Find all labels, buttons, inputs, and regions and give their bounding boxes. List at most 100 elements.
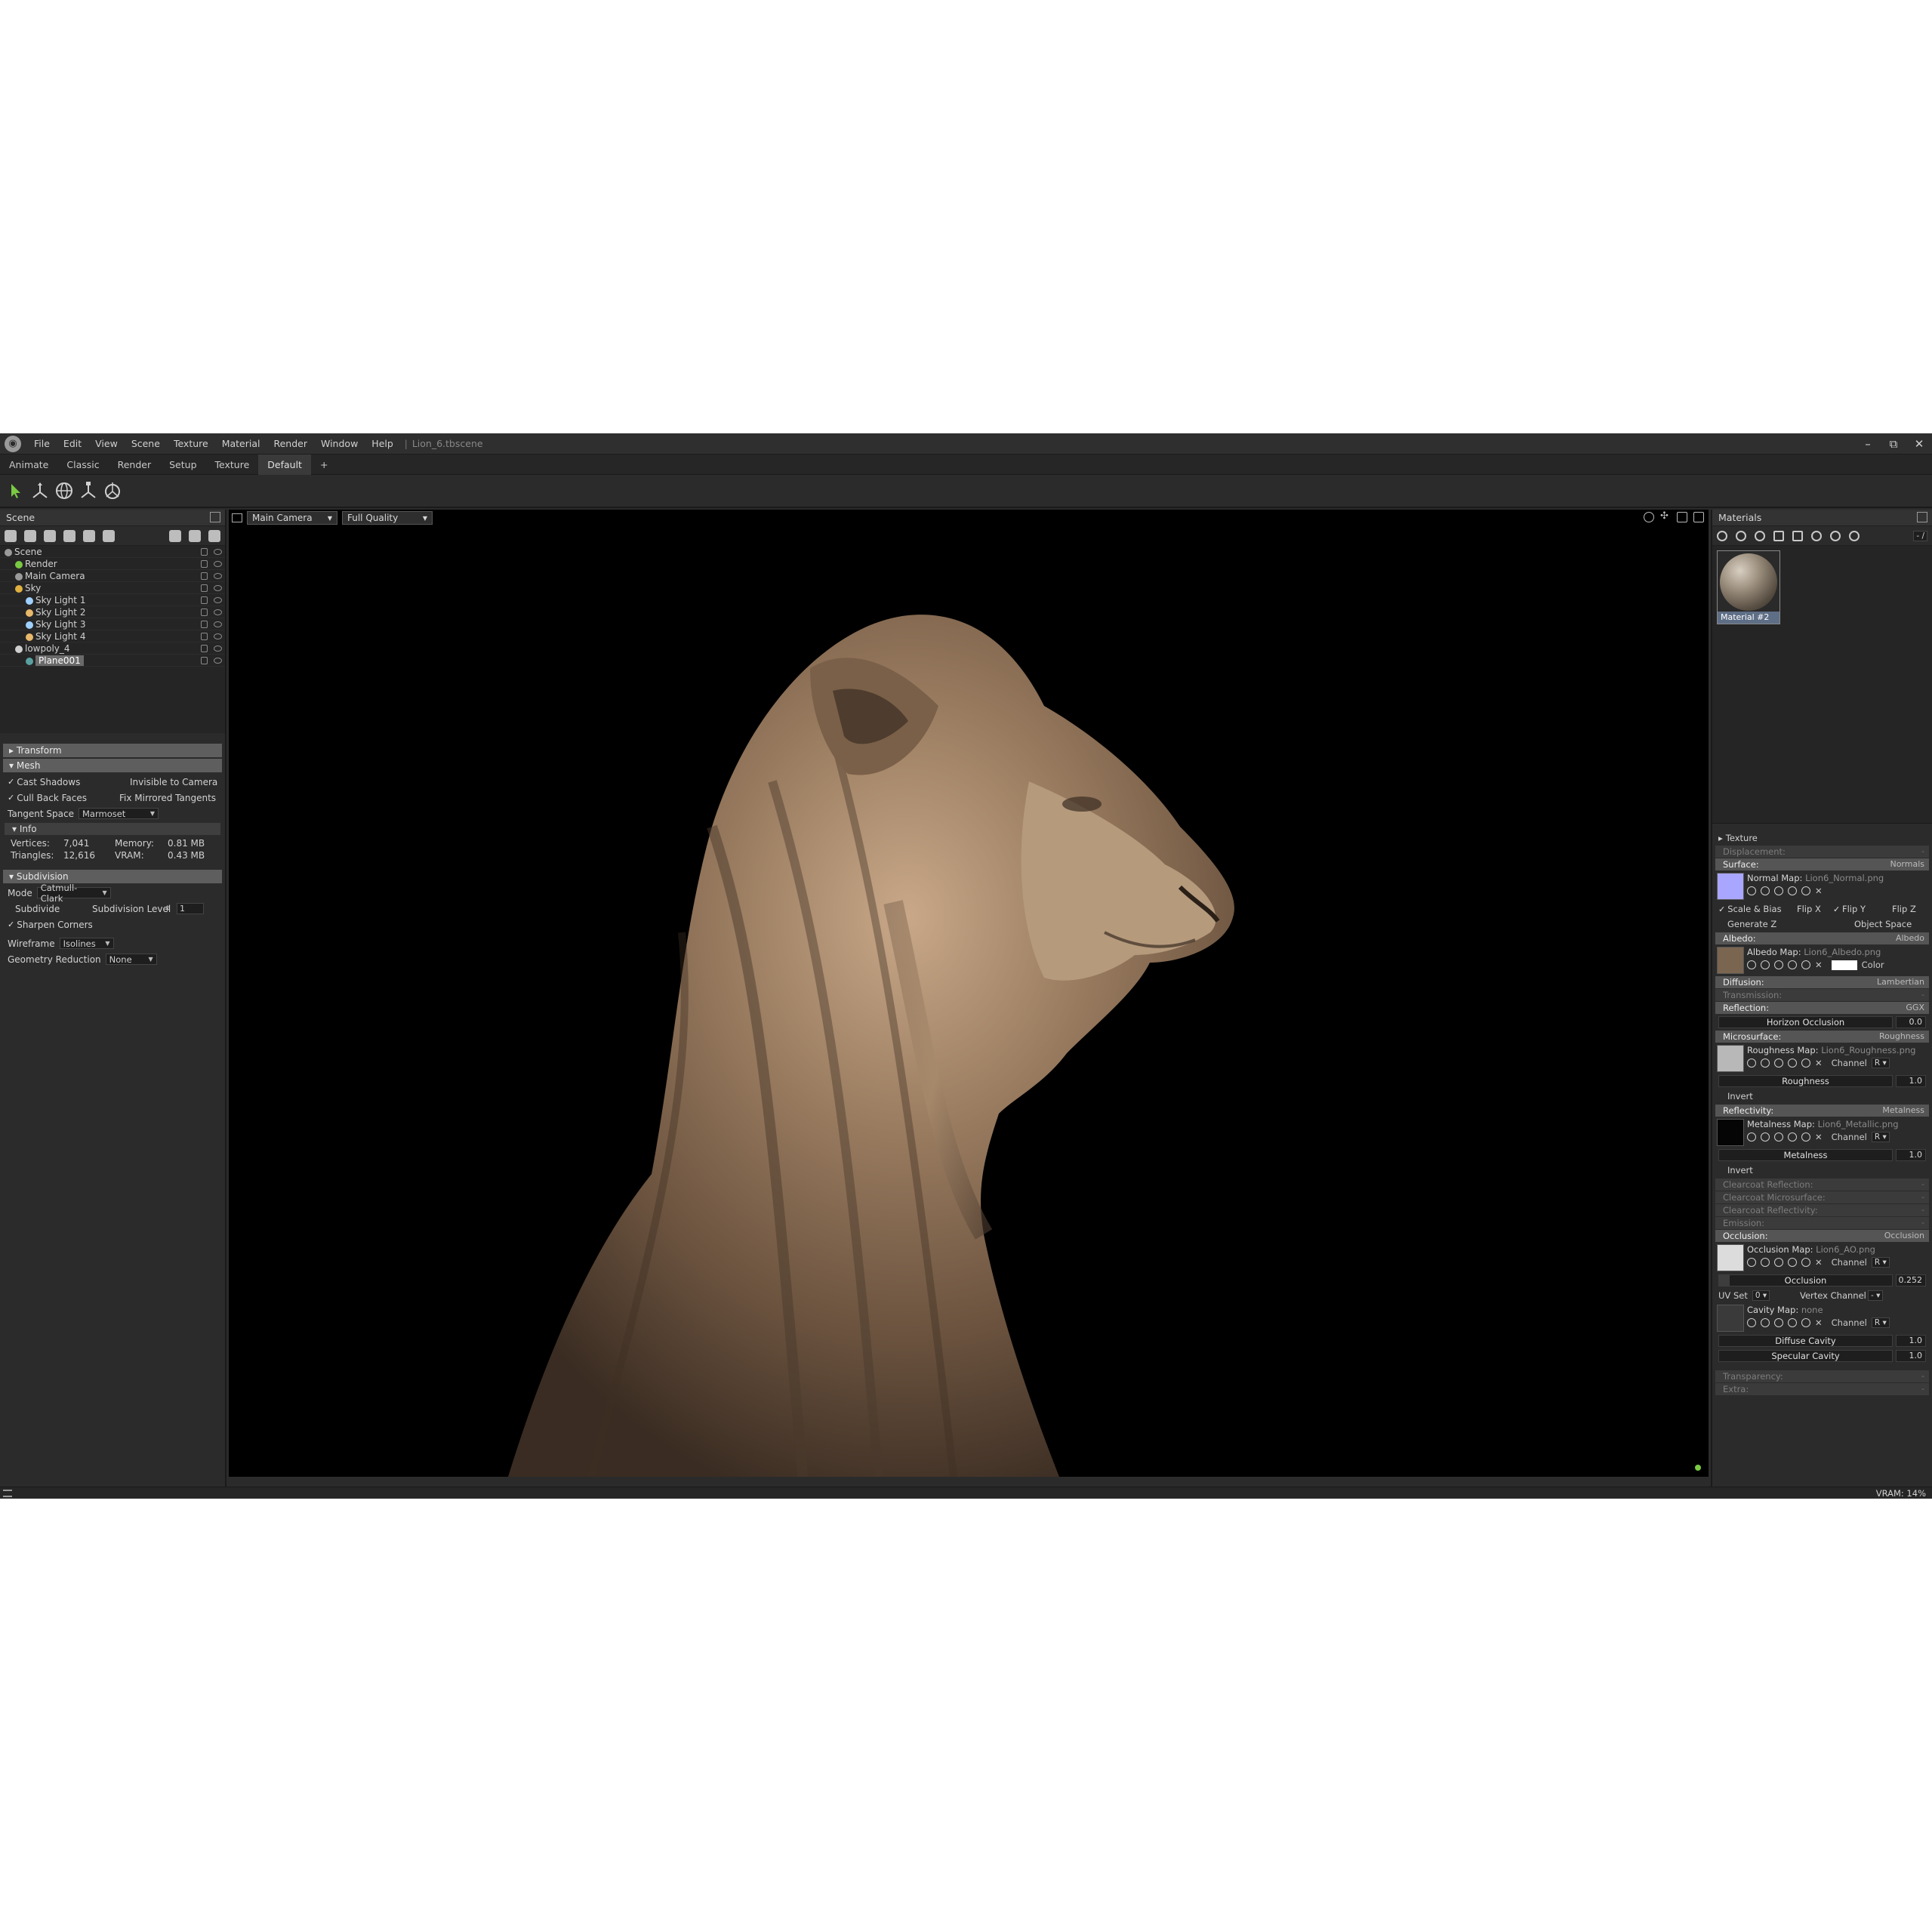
channel-dropdown[interactable]: R ▾: [1871, 1317, 1890, 1328]
refresh-icon[interactable]: [1801, 1132, 1810, 1142]
clearcoat-reflection-section[interactable]: Clearcoat Reflection: -: [1715, 1179, 1929, 1191]
search-icon[interactable]: [1761, 1058, 1770, 1068]
add-shadow-catcher-icon[interactable]: [63, 529, 75, 542]
menu-texture[interactable]: Texture: [167, 438, 215, 449]
tree-item[interactable]: Sky Light 3: [0, 618, 225, 630]
popout-icon[interactable]: [1693, 512, 1704, 522]
material-counter[interactable]: - /: [1913, 530, 1927, 541]
albedo-map-file[interactable]: Lion6_Albedo.png: [1804, 947, 1881, 957]
eye-icon[interactable]: [214, 621, 222, 627]
clear-icon[interactable]: ✕: [1815, 960, 1823, 970]
diffuse-cavity-value[interactable]: 1.0: [1896, 1335, 1926, 1347]
picker-icon[interactable]: [1774, 960, 1783, 969]
lock-icon[interactable]: [201, 657, 208, 664]
flip-z-label[interactable]: Flip Z: [1892, 904, 1916, 914]
folder-icon[interactable]: [1773, 530, 1784, 541]
tree-item[interactable]: Sky Light 4: [0, 630, 225, 642]
transmission-section[interactable]: Transmission: -: [1715, 989, 1929, 1001]
tab-texture[interactable]: Texture: [206, 454, 259, 475]
close-icon[interactable]: ✕: [1906, 433, 1932, 454]
subdivision-section[interactable]: ▾ Subdivision: [3, 870, 222, 883]
rotate-tool-icon[interactable]: [53, 479, 75, 502]
refresh-icon[interactable]: [1801, 886, 1810, 895]
eye-icon[interactable]: [214, 585, 222, 591]
occlusion-value[interactable]: 0.252: [1896, 1274, 1926, 1286]
specular-cavity-slider[interactable]: Specular Cavity: [1718, 1350, 1893, 1362]
lock-icon[interactable]: [201, 596, 208, 604]
gear-icon[interactable]: [1644, 512, 1654, 522]
albedo-section[interactable]: Albedo: Albedo: [1715, 932, 1929, 944]
add-light-icon[interactable]: [24, 529, 36, 542]
menu-view[interactable]: View: [88, 438, 125, 449]
texture-section[interactable]: ▸ Texture: [1712, 831, 1932, 845]
eye-icon[interactable]: [214, 646, 222, 652]
duplicate-icon[interactable]: [189, 529, 201, 542]
eye-icon[interactable]: [214, 549, 222, 555]
menu-edit[interactable]: Edit: [57, 438, 88, 449]
lock-icon[interactable]: [201, 645, 208, 652]
tree-item[interactable]: Sky Light 1: [0, 594, 225, 606]
surface-mode[interactable]: Normals: [1890, 858, 1924, 870]
add-turntable-icon[interactable]: [103, 529, 115, 542]
move-tool-icon[interactable]: [29, 479, 51, 502]
clear-icon[interactable]: ✕: [1815, 1317, 1823, 1328]
console-icon[interactable]: [3, 1490, 12, 1497]
clear-icon[interactable]: ✕: [1815, 886, 1823, 896]
mode-dropdown[interactable]: Catmull-Clark ▼: [36, 883, 111, 904]
add-material-icon[interactable]: [1717, 530, 1727, 541]
info-section[interactable]: ▾ Info: [5, 823, 220, 835]
occlusion-mode[interactable]: Occlusion: [1884, 1230, 1924, 1242]
3d-viewport[interactable]: Main Camera ▼ Full Quality ▼ ✣: [229, 510, 1709, 1477]
roughness-map-swatch[interactable]: [1717, 1045, 1744, 1072]
normal-map-swatch[interactable]: [1717, 873, 1744, 900]
scale-bias-checkbox[interactable]: ✓: [1718, 904, 1725, 914]
quality-dropdown[interactable]: Full Quality ▼: [342, 511, 433, 525]
occlusion-slider[interactable]: Occlusion: [1718, 1274, 1893, 1286]
search-icon[interactable]: [1761, 1132, 1770, 1142]
add-camera-icon[interactable]: [44, 529, 56, 542]
emission-section[interactable]: Emission: -: [1715, 1217, 1929, 1229]
scale-tool-icon[interactable]: [77, 479, 100, 502]
add-tab-button[interactable]: +: [311, 454, 337, 475]
minimize-icon[interactable]: –: [1855, 433, 1881, 454]
diffusion-mode[interactable]: Lambertian: [1877, 976, 1924, 988]
picker-icon[interactable]: [1774, 1318, 1783, 1327]
clear-icon[interactable]: ✕: [1815, 1257, 1823, 1268]
tree-item[interactable]: Plane001: [0, 655, 225, 667]
tree-item[interactable]: Render: [0, 558, 225, 570]
menu-file[interactable]: File: [27, 438, 57, 449]
gear-icon[interactable]: [1747, 1258, 1756, 1267]
sharpen-corners-checkbox[interactable]: ✓: [8, 920, 14, 929]
eye-icon[interactable]: [214, 633, 222, 639]
library-icon[interactable]: [1849, 530, 1860, 541]
pick-material-icon[interactable]: [1811, 530, 1822, 541]
microsurface-mode[interactable]: Roughness: [1879, 1031, 1924, 1043]
popout-icon[interactable]: [210, 512, 220, 522]
edit-icon[interactable]: [1788, 1058, 1797, 1068]
eye-icon[interactable]: [214, 561, 222, 567]
edit-icon[interactable]: [1788, 1318, 1797, 1327]
tree-item[interactable]: Sky Light 2: [0, 606, 225, 618]
flip-x-label[interactable]: Flip X: [1797, 904, 1821, 914]
move-view-icon[interactable]: ✣: [1660, 511, 1671, 522]
displacement-section[interactable]: Displacement: -: [1715, 846, 1929, 858]
search-icon[interactable]: [1761, 886, 1770, 895]
lock-icon[interactable]: [201, 633, 208, 640]
duplicate-material-icon[interactable]: [1736, 530, 1746, 541]
gear-icon[interactable]: [1747, 960, 1756, 969]
metalness-slider[interactable]: Metalness: [1718, 1149, 1893, 1161]
reflection-section[interactable]: Reflection: GGX: [1715, 1002, 1929, 1014]
tab-default[interactable]: Default: [258, 454, 311, 475]
reflectivity-section[interactable]: Reflectivity: Metalness: [1715, 1105, 1929, 1117]
clearcoat-microsurface-section[interactable]: Clearcoat Microsurface: -: [1715, 1191, 1929, 1203]
picker-icon[interactable]: [1774, 1258, 1783, 1267]
refresh-icon[interactable]: [1801, 960, 1810, 969]
picker-icon[interactable]: [1774, 1058, 1783, 1068]
clear-icon[interactable]: ✕: [1815, 1132, 1823, 1142]
cast-shadows-checkbox[interactable]: ✓: [8, 777, 14, 787]
metalness-map-swatch[interactable]: [1717, 1119, 1744, 1146]
clear-icon[interactable]: ✕: [1815, 1058, 1823, 1068]
gear-icon[interactable]: [1747, 886, 1756, 895]
eye-icon[interactable]: [214, 658, 222, 664]
lock-icon[interactable]: [201, 609, 208, 616]
